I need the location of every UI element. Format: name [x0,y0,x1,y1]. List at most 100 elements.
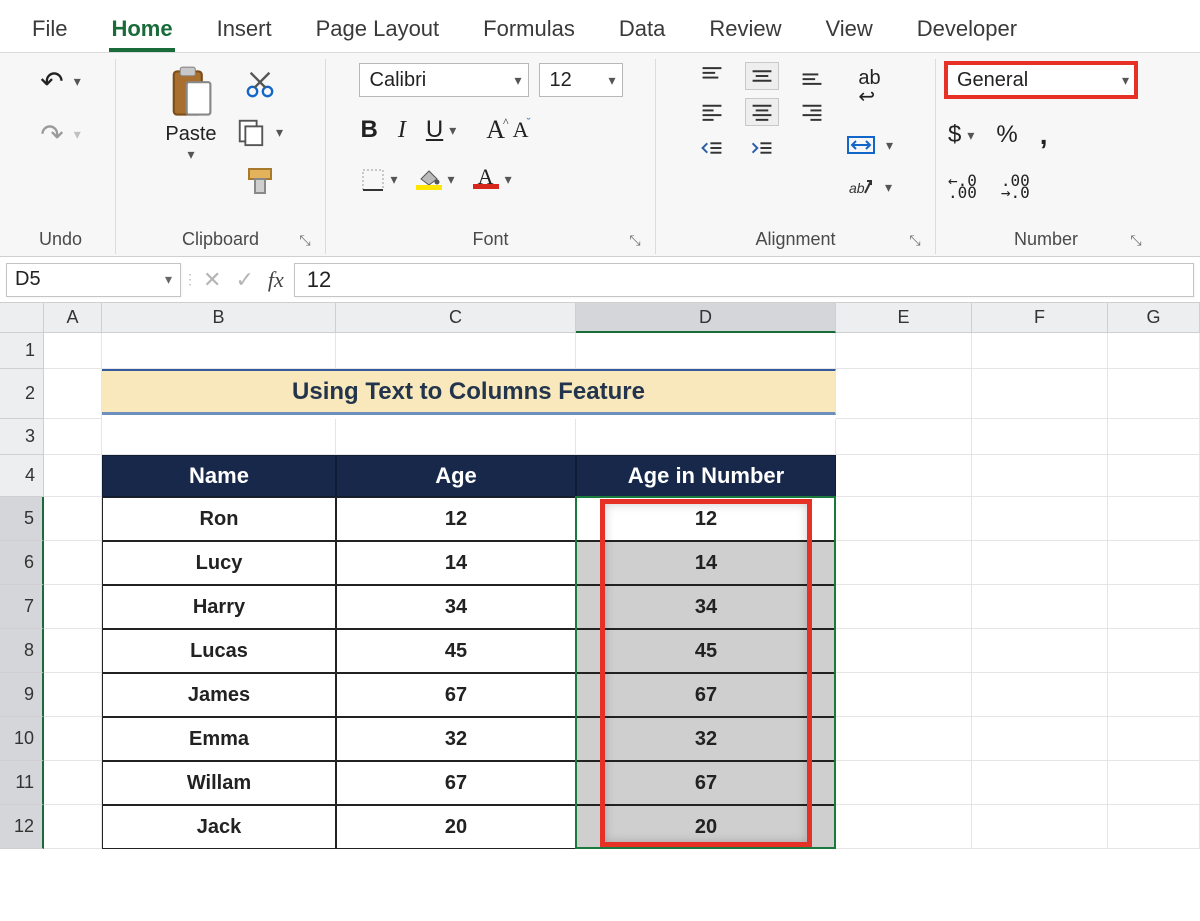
cell-F9[interactable] [972,673,1108,717]
increase-indent-button[interactable] [746,135,778,161]
table-cell-age-4[interactable]: 45 [336,629,576,673]
cell-E4[interactable] [836,455,972,497]
cell-F6[interactable] [972,541,1108,585]
cell-G2[interactable] [1108,369,1200,419]
table-header-name[interactable]: Name [102,455,336,497]
table-cell-age_num-4[interactable]: 45 [576,629,836,673]
cell-F8[interactable] [972,629,1108,673]
table-cell-name-4[interactable]: Lucas [102,629,336,673]
decrease-decimal-button[interactable]: .00→.0 [999,173,1032,201]
undo-more-button[interactable]: ▾ [72,73,83,90]
row-header-6[interactable]: 6 [0,541,44,585]
cell-F3[interactable] [972,419,1108,455]
table-cell-age-5[interactable]: 67 [336,673,576,717]
cell-G1[interactable] [1108,333,1200,369]
cell-B3[interactable] [102,419,336,455]
align-middle-button[interactable] [746,63,778,89]
increase-font-button[interactable]: A^ [484,113,508,147]
orientation-button[interactable]: ab [845,173,877,201]
fill-color-button[interactable] [414,165,444,194]
tab-insert[interactable]: Insert [195,6,294,52]
table-cell-age_num-5[interactable]: 67 [576,673,836,717]
table-cell-age_num-1[interactable]: 12 [576,497,836,541]
cell-D3[interactable] [576,419,836,455]
increase-decimal-button[interactable]: ←.0.00 [946,173,979,201]
cell-E9[interactable] [836,673,972,717]
borders-button[interactable] [359,166,387,194]
cell-A4[interactable] [44,455,102,497]
cell-D1[interactable] [576,333,836,369]
accounting-format-button[interactable]: $ [946,119,963,151]
cell-A9[interactable] [44,673,102,717]
cell-E1[interactable] [836,333,972,369]
cancel-edit-button[interactable]: ✕ [201,265,223,295]
cell-F2[interactable] [972,369,1108,419]
tab-view[interactable]: View [803,6,894,52]
decrease-indent-button[interactable] [696,135,728,161]
merge-more-button[interactable]: ▾ [884,137,895,154]
align-bottom-button[interactable] [796,63,828,89]
column-header-G[interactable]: G [1108,303,1200,333]
font-color-more-button[interactable]: ▾ [503,171,514,188]
formula-input[interactable]: 12 [294,263,1194,297]
cell-G11[interactable] [1108,761,1200,805]
cell-G10[interactable] [1108,717,1200,761]
table-cell-age-7[interactable]: 67 [336,761,576,805]
align-right-button[interactable] [796,99,828,125]
copy-more-button[interactable]: ▾ [274,124,285,141]
font-name-select[interactable]: Calibri ▾ [359,63,529,97]
cell-E6[interactable] [836,541,972,585]
row-header-8[interactable]: 8 [0,629,44,673]
comma-format-button[interactable]: , [1038,117,1050,153]
table-cell-age-1[interactable]: 12 [336,497,576,541]
table-header-age[interactable]: Age [336,455,576,497]
column-header-E[interactable]: E [836,303,972,333]
cell-G4[interactable] [1108,455,1200,497]
column-header-A[interactable]: A [44,303,102,333]
cut-button[interactable] [234,67,285,101]
cell-E10[interactable] [836,717,972,761]
table-cell-age_num-8[interactable]: 20 [576,805,836,849]
cell-F5[interactable] [972,497,1108,541]
select-all-corner[interactable] [0,303,44,333]
number-launcher-button[interactable]: ⤡ [1128,232,1144,248]
underline-more-button[interactable]: ▾ [447,122,458,139]
cell-E7[interactable] [836,585,972,629]
cell-E5[interactable] [836,497,972,541]
font-launcher-button[interactable]: ⤡ [627,232,643,248]
underline-button[interactable]: U [424,114,445,146]
cell-G3[interactable] [1108,419,1200,455]
align-left-button[interactable] [696,99,728,125]
cell-G5[interactable] [1108,497,1200,541]
cell-A10[interactable] [44,717,102,761]
paste-more-button[interactable]: ▾ [187,146,194,163]
percent-format-button[interactable]: % [994,117,1019,153]
cell-A7[interactable] [44,585,102,629]
row-header-12[interactable]: 12 [0,805,44,849]
table-cell-name-5[interactable]: James [102,673,336,717]
table-cell-name-3[interactable]: Harry [102,585,336,629]
table-cell-age-3[interactable]: 34 [336,585,576,629]
row-header-4[interactable]: 4 [0,455,44,497]
borders-more-button[interactable]: ▾ [389,171,400,188]
undo-button[interactable]: ↶ [38,63,65,100]
cell-A5[interactable] [44,497,102,541]
cell-B1[interactable] [102,333,336,369]
wrap-text-button[interactable]: ab↩ [856,65,882,117]
cell-F12[interactable] [972,805,1108,849]
fill-color-more-button[interactable]: ▾ [446,171,457,188]
align-center-button[interactable] [746,99,778,125]
align-top-button[interactable] [696,63,728,89]
bold-button[interactable]: B [359,114,380,146]
cell-E3[interactable] [836,419,972,455]
font-size-select[interactable]: 12 ▾ [539,63,623,97]
cell-G9[interactable] [1108,673,1200,717]
alignment-launcher-button[interactable]: ⤡ [907,232,923,248]
row-header-2[interactable]: 2 [0,369,44,419]
cell-E2[interactable] [836,369,972,419]
cell-F10[interactable] [972,717,1108,761]
row-header-11[interactable]: 11 [0,761,44,805]
paste-button[interactable]: Paste ▾ [156,63,226,165]
row-header-5[interactable]: 5 [0,497,44,541]
font-color-button[interactable]: A [471,166,501,193]
